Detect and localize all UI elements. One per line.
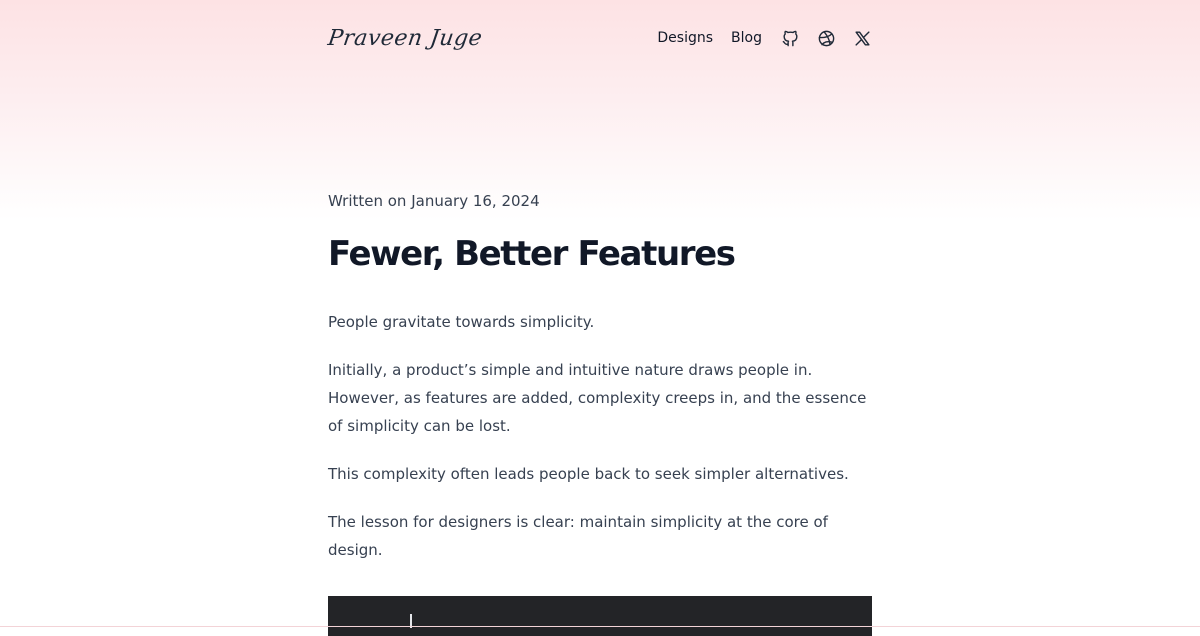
site-header: Praveen Juge Designs Blog	[326, 0, 872, 76]
dribbble-icon[interactable]	[816, 28, 836, 48]
site-logo[interactable]: Praveen Juge	[326, 26, 484, 51]
post-image	[328, 596, 872, 636]
post-date: Written on January 16, 2024	[328, 192, 540, 210]
post-paragraph: The lesson for designers is clear: maint…	[328, 513, 828, 559]
nav-link-designs[interactable]: Designs	[657, 30, 713, 46]
github-icon[interactable]	[780, 28, 800, 48]
post-paragraph: Initially, a product’s simple and intuit…	[328, 361, 867, 435]
page-container: Praveen Juge Designs Blog Written on Jan…	[326, 0, 872, 636]
post-content: People gravitate towards simplicity. Ini…	[328, 308, 872, 584]
post-title: Fewer, Better Features	[328, 234, 736, 274]
nav-link-blog[interactable]: Blog	[731, 30, 762, 46]
x-icon[interactable]	[852, 28, 872, 48]
post-paragraph: People gravitate towards simplicity.	[328, 313, 595, 331]
main-nav: Designs Blog	[657, 28, 872, 48]
post-paragraph: This complexity often leads people back …	[328, 465, 849, 483]
